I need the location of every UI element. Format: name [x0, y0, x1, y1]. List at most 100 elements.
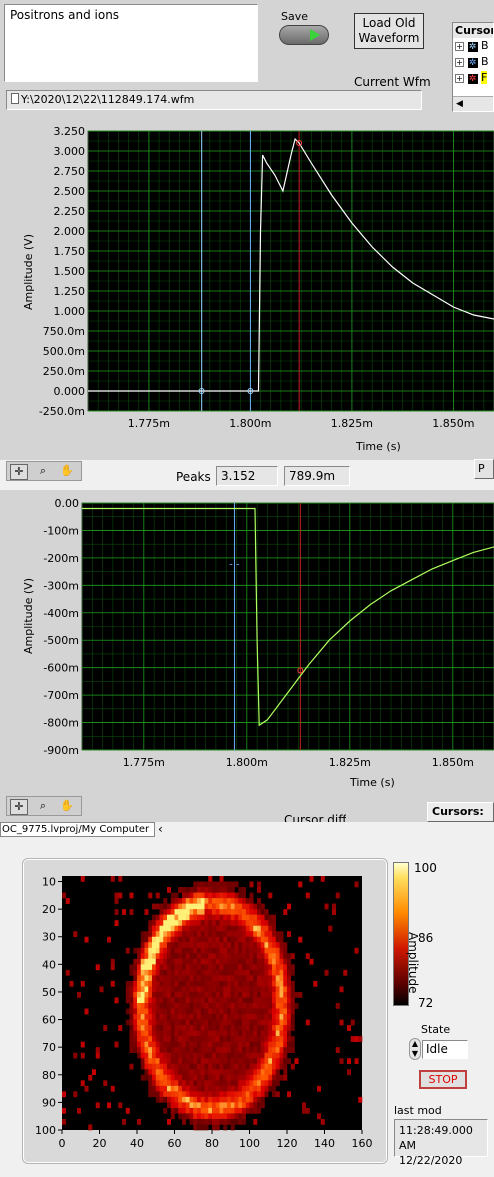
heatmap-cell [185, 909, 190, 915]
heatmap-cell [163, 1074, 168, 1081]
heatmap-cell [242, 898, 247, 904]
heatmap-cell [193, 1058, 198, 1065]
legend-scrollbar[interactable]: ◀ [453, 96, 493, 111]
cursors-legend[interactable]: Cursors + ✲ B + ✲ B + ✲ F ◀ [452, 22, 494, 112]
heatmap-cell [159, 1069, 164, 1076]
heatmap-cell [159, 914, 164, 921]
x-tick-label: 160 [352, 1137, 373, 1150]
heatmap-cell [144, 964, 149, 971]
heatmap-cell [189, 1058, 194, 1065]
heatmap-cell [163, 1058, 168, 1065]
heatmap-cell [167, 991, 172, 998]
heatmap-cell [230, 903, 235, 910]
stop-button[interactable]: STOP [419, 1070, 467, 1089]
save-button[interactable] [279, 25, 329, 45]
cursors2-panel[interactable]: Cursors: [427, 802, 494, 822]
heatmap-cell [155, 1052, 160, 1059]
heatmap-cell [152, 1069, 157, 1076]
current-wfm-path[interactable]: Y:\2020\12\22\112849.174.wfm [6, 90, 422, 110]
heatmap-cell [245, 1085, 250, 1092]
heatmap-cell [219, 1030, 224, 1037]
heatmap-cell [133, 975, 138, 982]
heatmap-cell [174, 1047, 179, 1053]
heatmap-cell [264, 969, 269, 976]
heatmap-cell [230, 1069, 235, 1076]
heatmap-cell [208, 958, 213, 965]
heatmap-cell [170, 1091, 175, 1098]
heatmap-cell [155, 958, 160, 965]
heatmap-cell [163, 898, 168, 904]
heatmap-cell [257, 1091, 262, 1098]
heatmap-cell [197, 1118, 202, 1125]
heatmap-cell [197, 1025, 202, 1031]
heatmap-cell [182, 991, 187, 998]
heatmap-cell [178, 980, 183, 987]
heatmap-cell [212, 1096, 217, 1103]
expand-icon[interactable]: + [455, 58, 464, 67]
cursor-legend-item[interactable]: + ✲ B [453, 54, 493, 70]
heatmap-cell [245, 1047, 250, 1053]
heatmap-cell [227, 931, 232, 938]
pan-hand-icon[interactable]: ✋ [59, 799, 75, 813]
expand-icon[interactable]: + [455, 74, 464, 83]
tab-scroll-left-icon[interactable]: ‹ [158, 822, 163, 836]
heatmap-cell [279, 1036, 284, 1042]
heatmap-cell [215, 953, 220, 960]
heatmap-cell [242, 1118, 247, 1125]
crosshair-tool-icon[interactable]: ✛ [10, 464, 28, 480]
project-tab[interactable]: OC_9775.lvproj/My Computer [0, 822, 155, 837]
crosshair-tool-icon[interactable]: ✛ [10, 799, 28, 815]
heatmap-cell [152, 1030, 157, 1037]
zoom-tool-icon[interactable]: ⌕ [35, 799, 51, 813]
amplitude-graph-2[interactable]: 1.775m 1.800m 1.825m 1.850m0.00-100m-200m-3… [0, 490, 494, 790]
cursor-marker[interactable]: - - [229, 559, 240, 570]
heatmap-cell [249, 1019, 254, 1026]
amplitude-graph-1[interactable]: 1.775m 1.800m 1.825m 1.850m3.2503.0002.7502… [0, 122, 494, 460]
heatmap-cell [137, 1036, 142, 1042]
heatmap-cell [159, 986, 164, 993]
zoom-tool-icon[interactable]: ⌕ [35, 464, 51, 478]
expand-icon[interactable]: + [455, 42, 464, 51]
heatmap-cell [242, 909, 247, 915]
heatmap-cell [230, 925, 235, 932]
heatmap-cell [84, 1085, 89, 1092]
heatmap-cell [197, 947, 202, 954]
heatmap-cell [193, 1003, 198, 1009]
intensity-heatmap[interactable]: 0 20 40 60 80 100 120 140 1601020304050607080901… [22, 858, 386, 1162]
heatmap-cell [242, 1085, 247, 1092]
heatmap-cell [212, 925, 217, 932]
cursor-legend-item[interactable]: + ✲ F [453, 70, 493, 86]
heatmap-cell [294, 1058, 299, 1065]
comment-box[interactable]: Positrons and ions [4, 4, 258, 82]
load-old-waveform-button[interactable]: Load Old Waveform [354, 13, 424, 49]
heatmap-cell [212, 1041, 217, 1048]
heatmap-cell [189, 1030, 194, 1037]
heatmap-cell [272, 936, 277, 943]
heatmap-cell [208, 986, 213, 993]
heatmap-cell [253, 1014, 258, 1020]
heatmap-cell [257, 991, 262, 998]
heatmap-cell [140, 997, 145, 1004]
graph1-side-button[interactable]: P [474, 459, 494, 479]
current-wfm-path-text: Y:\2020\12\22\112849.174.wfm [21, 93, 195, 106]
heatmap-cell [242, 903, 247, 910]
heatmap-cell [144, 958, 149, 965]
heatmap-cell [279, 969, 284, 976]
heatmap-cell [230, 1019, 235, 1026]
heatmap-cell [238, 1003, 243, 1009]
heatmap-cell [174, 1107, 179, 1114]
heatmap-cell [223, 958, 228, 965]
heatmap-cell [227, 1030, 232, 1037]
heatmap-cell [275, 1030, 280, 1037]
heatmap-cell [155, 914, 160, 921]
heatmap-cell [95, 1102, 100, 1109]
pan-hand-icon[interactable]: ✋ [59, 464, 75, 478]
heatmap-cell [174, 920, 179, 926]
heatmap-cell [260, 936, 265, 943]
heatmap-cell [155, 1080, 160, 1087]
state-spinner[interactable]: ▲ ▼ [409, 1038, 421, 1060]
heatmap-cell [174, 1041, 179, 1048]
heatmap-cell [174, 947, 179, 954]
heatmap-cell [219, 1069, 224, 1076]
cursor-legend-item[interactable]: + ✲ B [453, 38, 493, 54]
